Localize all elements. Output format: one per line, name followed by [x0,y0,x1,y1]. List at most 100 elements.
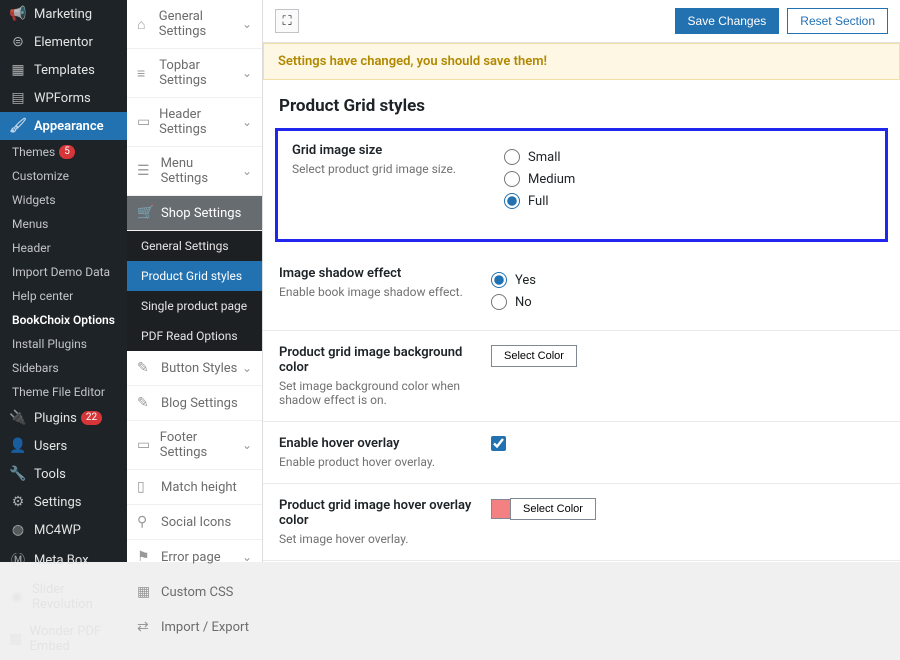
footer-icon: ▭ [137,437,154,453]
save-changes-button[interactable]: Save Changes [675,8,780,34]
field-bg-color: Product grid image background color Set … [263,331,900,422]
opt-sub-product-grid[interactable]: Product Grid styles [127,261,262,291]
menu-settings[interactable]: ⚙Settings [0,488,127,516]
opt-header-settings[interactable]: ▭Header Settings⌄ [127,98,262,147]
menu-marketing[interactable]: 📢Marketing [0,0,127,28]
menu-mc4wp[interactable]: ◍MC4WP [0,516,127,544]
opt-button-styles[interactable]: ✎Button Styles⌄ [127,351,262,386]
metabox-icon: Ⓜ [8,550,28,570]
radio-small[interactable]: Small [504,149,871,165]
menu-users[interactable]: 👤Users [0,432,127,460]
opt-shop-settings[interactable]: 🛒Shop Settings [127,196,262,231]
radio-no[interactable]: No [491,294,884,310]
opt-custom-css[interactable]: ▦Custom CSS [127,575,262,610]
chevron-down-icon: ⌄ [242,438,252,452]
opt-menu-settings[interactable]: ☰Menu Settings⌄ [127,147,262,196]
chevron-down-icon: ⌄ [242,66,252,80]
menu-elementor[interactable]: ⊜Elementor [0,28,127,56]
submenu-themes[interactable]: Themes5 [0,140,127,164]
opt-social-icons[interactable]: ⚲Social Icons [127,505,262,540]
field-title: Image shadow effect [279,266,479,281]
home-icon: ⌂ [137,16,153,33]
templates-icon: ▦ [8,62,28,78]
field-shadow-effect: Image shadow effect Enable book image sh… [263,252,900,331]
opt-error-page[interactable]: ⚑Error page⌄ [127,540,262,575]
wp-admin-sidebar: 📢Marketing ⊜Elementor ▦Templates ▤WPForm… [0,0,127,562]
submenu-bookchoix-options[interactable]: BookChoix Options [0,308,127,332]
radio-yes[interactable]: Yes [491,272,884,288]
share-icon: ⚲ [137,514,155,530]
css-icon: ▦ [137,584,155,600]
opt-sub-single-product[interactable]: Single product page [127,291,262,321]
radio-medium[interactable]: Medium [504,171,871,187]
submenu-install-plugins[interactable]: Install Plugins [0,332,127,356]
field-desc: Set image hover overlay. [279,532,479,546]
opt-blog-settings[interactable]: ✎Blog Settings [127,386,262,421]
radio-yes-input[interactable] [491,272,507,288]
submenu-menus[interactable]: Menus [0,212,127,236]
toolbar: ⛶ Save Changes Reset Section [263,0,900,43]
menu-slider-revolution[interactable]: ◉Slider Revolution [0,576,127,618]
field-desc: Enable book image shadow effect. [279,285,479,299]
submenu-widgets[interactable]: Widgets [0,188,127,212]
slider-icon: ◉ [8,589,26,605]
menu-tools[interactable]: 🔧Tools [0,460,127,488]
flag-icon: ⚑ [137,549,155,565]
submenu-header[interactable]: Header [0,236,127,260]
opt-footer-settings[interactable]: ▭Footer Settings⌄ [127,421,262,470]
opt-general-settings[interactable]: ⌂General Settings⌄ [127,0,262,49]
brush-icon: 🖌 [8,118,28,134]
radio-no-input[interactable] [491,294,507,310]
plugin-icon: 🔌 [8,410,28,426]
expand-icon: ⛶ [282,14,291,29]
expand-button[interactable]: ⛶ [275,9,299,33]
opt-match-height[interactable]: ▯Match height [127,470,262,505]
submenu-theme-editor[interactable]: Theme File Editor [0,380,127,404]
radio-full-input[interactable] [504,193,520,209]
menu-wpforms[interactable]: ▤WPForms [0,84,127,112]
radio-medium-input[interactable] [504,171,520,187]
submenu-sidebars[interactable]: Sidebars [0,356,127,380]
menu-wonder-pdf[interactable]: ▦Wonder PDF Embed [0,618,127,660]
themes-badge: 5 [59,145,75,159]
menu-templates[interactable]: ▦Templates [0,56,127,84]
menu-appearance[interactable]: 🖌Appearance [0,112,127,140]
menu-plugins[interactable]: 🔌Plugins22 [0,404,127,432]
field-title: Product grid image hover overlay color [279,498,479,528]
submenu-help-center[interactable]: Help center [0,284,127,308]
submenu-import-demo[interactable]: Import Demo Data [0,260,127,284]
field-title: Grid image size [292,143,492,158]
chevron-down-icon: ⌄ [242,164,252,178]
select-color-button[interactable]: Select Color [510,498,596,520]
select-color-button[interactable]: Select Color [491,345,577,367]
blog-icon: ✎ [137,395,155,411]
color-swatch [491,499,511,519]
radio-small-input[interactable] [504,149,520,165]
field-desc: Set image background color when shadow e… [279,379,479,407]
cart-icon: 🛒 [137,205,155,221]
opt-sub-pdf-read[interactable]: PDF Read Options [127,321,262,351]
opt-topbar-settings[interactable]: ≡Topbar Settings⌄ [127,49,262,98]
wpforms-icon: ▤ [8,90,28,106]
reset-section-button[interactable]: Reset Section [787,8,888,34]
menu-metabox[interactable]: ⓂMeta Box [0,544,127,576]
users-icon: 👤 [8,438,28,454]
submenu-customize[interactable]: Customize [0,164,127,188]
elementor-icon: ⊜ [8,34,28,50]
tools-icon: 🔧 [8,466,28,482]
opt-import-export[interactable]: ⇄Import / Export [127,610,262,645]
plugins-badge: 22 [81,411,102,425]
field-desc: Select product grid image size. [292,162,492,176]
field-title: Product grid image background color [279,345,479,375]
pdf-icon: ▦ [8,631,24,647]
menu-icon: ☰ [137,163,155,179]
megaphone-icon: 📢 [8,6,28,22]
field-desc: Enable product hover overlay. [279,455,479,469]
pencil-icon: ✎ [137,360,155,376]
field-grid-image-size: Grid image size Select product grid imag… [275,128,888,242]
main-content: ⛶ Save Changes Reset Section Settings ha… [263,0,900,562]
opt-sub-general[interactable]: General Settings [127,231,262,261]
hover-overlay-checkbox[interactable] [491,436,506,451]
radio-full[interactable]: Full [504,193,871,209]
height-icon: ▯ [137,479,155,495]
